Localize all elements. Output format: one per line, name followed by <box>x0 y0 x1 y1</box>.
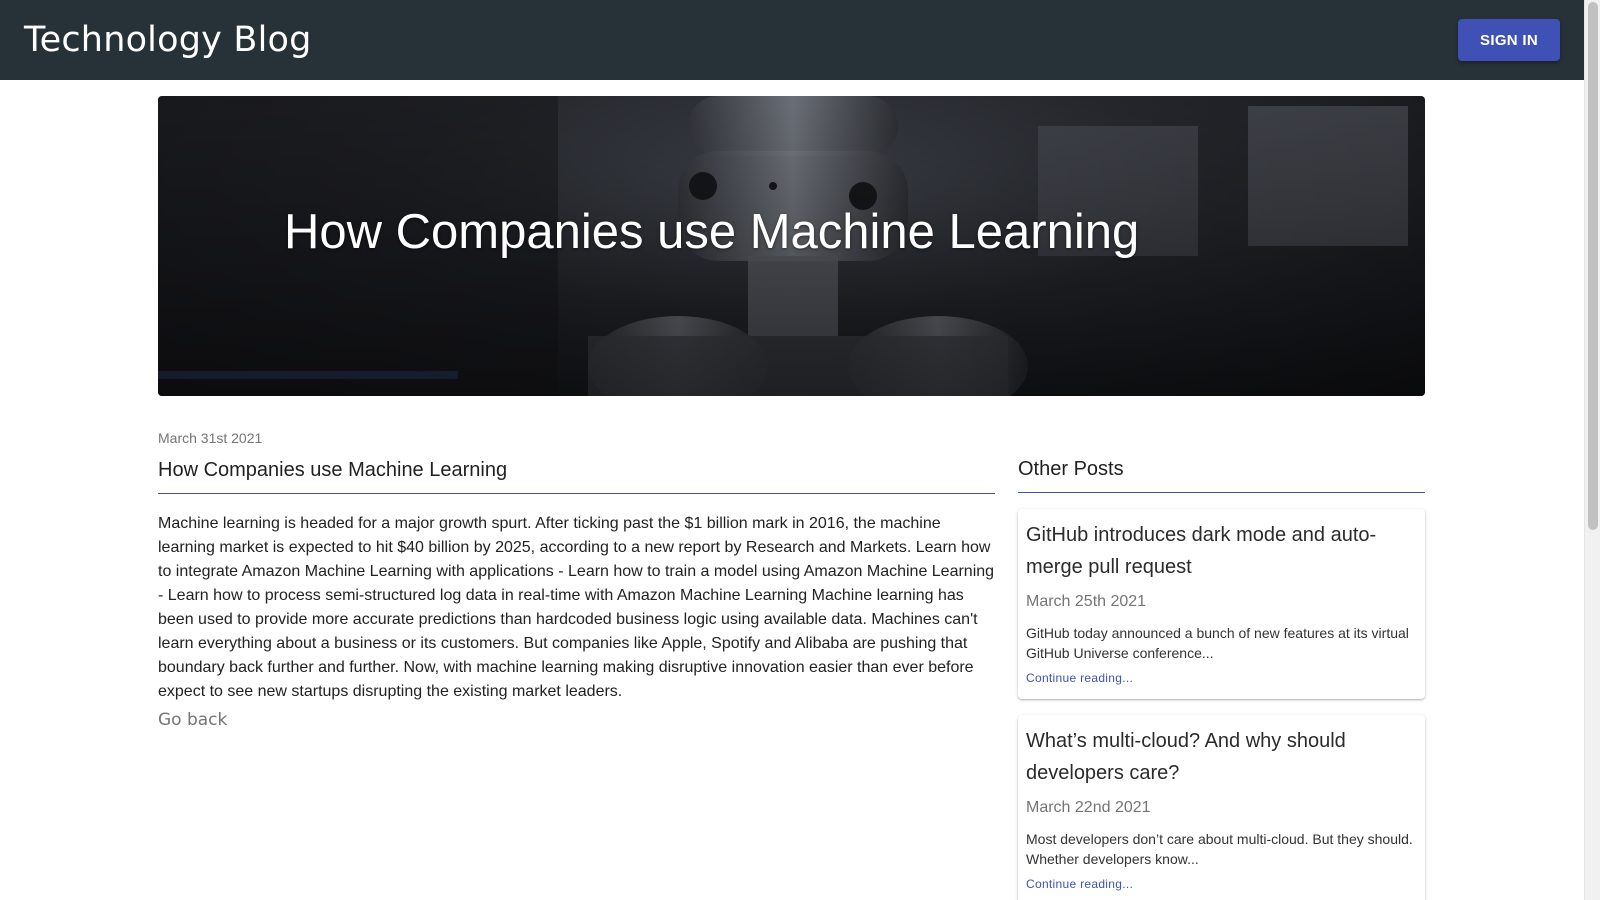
post-card[interactable]: GitHub introduces dark mode and auto-mer… <box>1018 509 1425 699</box>
other-posts-sidebar: Other Posts GitHub introduces dark mode … <box>1018 458 1425 900</box>
scrollbar-thumb[interactable] <box>1588 2 1598 530</box>
sign-in-button[interactable]: SIGN IN <box>1458 19 1560 61</box>
go-back-link[interactable]: Go back <box>158 710 227 730</box>
continue-reading-link[interactable]: Continue reading... <box>1026 671 1133 685</box>
post-date: March 31st 2021 <box>158 430 263 446</box>
continue-reading-link[interactable]: Continue reading... <box>1026 877 1133 891</box>
post-card[interactable]: What’s multi-cloud? And why should devel… <box>1018 715 1425 900</box>
app-bar: Technology Blog SIGN IN <box>0 0 1584 80</box>
hero-banner: How Companies use Machine Learning <box>158 96 1425 396</box>
post-card-date: March 22nd 2021 <box>1026 799 1151 816</box>
post-card-title[interactable]: What’s multi-cloud? And why should devel… <box>1026 725 1417 789</box>
post-card-excerpt: Most developers don’t care about multi-c… <box>1026 831 1413 867</box>
post-title: How Companies use Machine Learning <box>158 459 995 494</box>
sidebar-heading: Other Posts <box>1018 458 1425 493</box>
post-card-excerpt: GitHub today announced a bunch of new fe… <box>1026 625 1409 661</box>
page-scrollbar[interactable] <box>1584 0 1600 900</box>
post-body: Machine learning is headed for a major g… <box>158 515 995 700</box>
post-card-title[interactable]: GitHub introduces dark mode and auto-mer… <box>1026 519 1417 583</box>
article: March 31st 2021 How Companies use Machin… <box>158 430 995 730</box>
hero-title: How Companies use Machine Learning <box>284 205 1140 259</box>
post-card-date: March 25th 2021 <box>1026 593 1147 610</box>
page: Technology Blog SIGN IN How Companies us… <box>0 0 1600 900</box>
site-title[interactable]: Technology Blog <box>24 20 312 60</box>
